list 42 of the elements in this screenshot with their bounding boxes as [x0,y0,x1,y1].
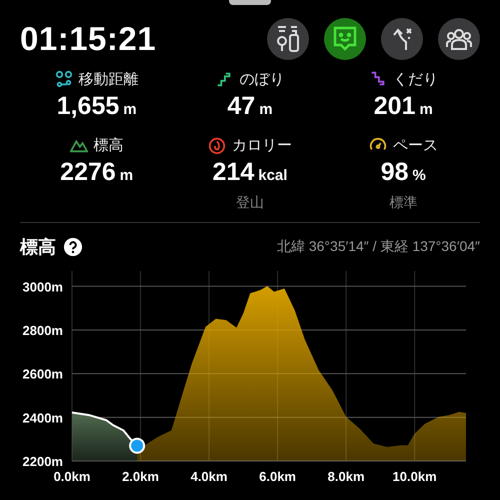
ascent-icon [215,70,234,88]
stat-value: 214 kcal [212,157,288,188]
stat-value: 201 m [374,91,433,122]
flame-icon [208,136,226,154]
axis-label: 4.0km [190,469,228,484]
stat-label: くだり [392,70,438,88]
axis-label: 2.0km [122,469,159,484]
axis-label: 6.0km [259,469,296,484]
descent-icon [368,70,387,88]
activity-note: 標準 [389,193,418,212]
axis-label: 2800m [22,322,63,338]
chat-face-icon [332,25,358,53]
drag-handle[interactable] [229,0,271,5]
activity-note: 登山 [236,193,264,212]
stat-value: 1,655 m [56,91,137,122]
stat-label: のぼり [239,70,284,88]
stat-value: 47 m [227,91,273,122]
route-pins-icon [54,70,73,88]
stat-label: カロリー [232,136,292,154]
stat-label: 移動距離 [78,70,139,88]
stat-label: 標高 [94,136,124,154]
group-button[interactable] [438,18,480,60]
stat-value: 2276 m [60,157,134,188]
axis-label: 2600m [22,366,63,382]
position-marker [129,438,146,454]
section-title: 標高 [20,236,56,259]
group-icon [445,27,473,51]
help-icon[interactable] [64,238,82,256]
coordinates: 北緯 36°35′14″ / 東経 137°36′04″ [276,238,480,256]
stat-label: ペース [392,136,438,154]
axis-label: 8.0km [328,469,365,484]
axis-label: 2400m [22,410,63,426]
axis-label: 2200m [22,454,63,469]
stat-value: 98 % [380,157,426,188]
axis-label: 0.0km [54,469,90,484]
map-tools-button[interactable] [267,18,309,60]
axis-label: 3000m [22,279,63,294]
route-button[interactable] [381,18,423,60]
elapsed-time: 01:15:21 [20,20,158,58]
chat-button[interactable] [324,18,366,60]
pin-bottle-icon [275,25,301,53]
axis-label: 10.0km [392,469,437,484]
